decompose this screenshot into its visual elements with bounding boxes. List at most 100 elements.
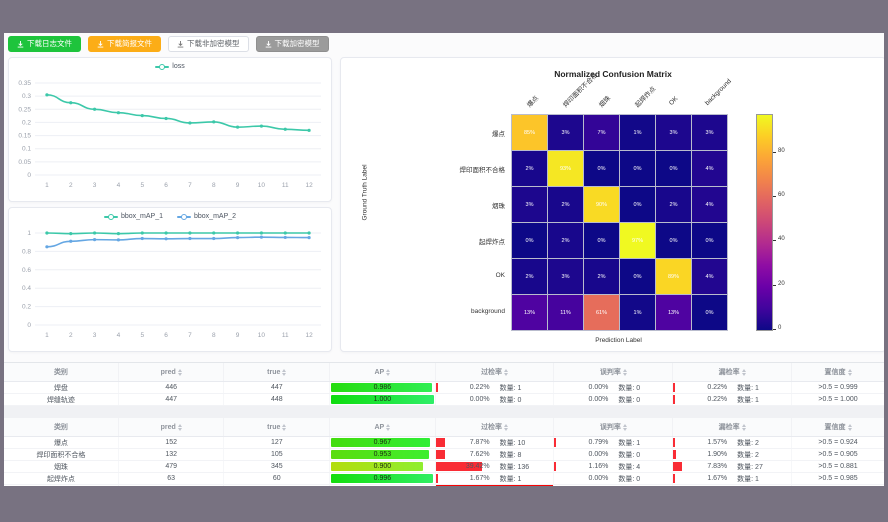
column-header-1[interactable]: pred xyxy=(118,418,224,437)
svg-text:0: 0 xyxy=(27,322,31,329)
overdetect-rate-cell: 1.67%数量: 1 xyxy=(435,473,554,485)
download-log-button[interactable]: 下载日志文件 xyxy=(8,36,81,52)
ap-cell: 0.900 xyxy=(330,461,436,473)
table-row[interactable]: OK1171000.929117.00%数量: 1170.00%数量: 00.0… xyxy=(4,485,884,487)
matrix-cell: 89% xyxy=(656,259,691,294)
sort-icon[interactable] xyxy=(178,369,182,376)
column-header-5[interactable]: 误判率 xyxy=(554,363,673,382)
column-header-4[interactable]: 过检率 xyxy=(435,418,554,437)
pred-cell: 446 xyxy=(118,382,224,394)
matrix-cell: 3% xyxy=(512,187,547,222)
misjudge-rate-cell: 0.79%数量: 1 xyxy=(554,437,673,449)
svg-text:0.1: 0.1 xyxy=(22,146,31,153)
sort-icon[interactable] xyxy=(386,369,390,376)
download-plain-model-label: 下载非加密模型 xyxy=(187,40,240,48)
confidence-cell: >0.5 = 0.999 xyxy=(792,382,884,394)
svg-text:12: 12 xyxy=(305,332,313,339)
sort-icon[interactable] xyxy=(282,369,286,376)
download-encrypted-model-button[interactable]: 下载加密模型 xyxy=(256,36,329,52)
matrix-row-label: 焊印面积不合格 xyxy=(355,164,505,174)
column-header-7[interactable]: 置信度 xyxy=(792,418,884,437)
matrix-cell: 0% xyxy=(692,223,727,258)
column-header-7[interactable]: 置信度 xyxy=(792,363,884,382)
column-header-label: true xyxy=(267,369,280,376)
confusion-matrix-card: Normalized Confusion Matrix Ground Truth… xyxy=(340,57,884,352)
column-header-6[interactable]: 漏检率 xyxy=(673,418,792,437)
column-header-3[interactable]: AP xyxy=(330,418,436,437)
column-header-label: 置信度 xyxy=(825,367,846,377)
column-header-label: pred xyxy=(161,369,176,376)
overdetect-rate-cell: 39.42%数量: 136 xyxy=(435,461,554,473)
matrix-row-label: 爆点 xyxy=(355,128,505,138)
download-report-button[interactable]: 下载简报文件 xyxy=(88,36,161,52)
column-header-4[interactable]: 过检率 xyxy=(435,363,554,382)
column-header-label: true xyxy=(267,424,280,431)
colorbar-tick xyxy=(773,196,776,197)
pred-cell: 132 xyxy=(118,449,224,461)
column-header-label: pred xyxy=(161,424,176,431)
ap-cell: 0.967 xyxy=(330,437,436,449)
column-header-label: AP xyxy=(375,369,385,376)
column-header-5[interactable]: 误判率 xyxy=(554,418,673,437)
legend-marker-icon xyxy=(104,214,118,220)
svg-text:0.4: 0.4 xyxy=(22,285,31,292)
sort-icon[interactable] xyxy=(742,369,746,376)
ap-cell: 0.986 xyxy=(330,382,436,394)
sort-icon[interactable] xyxy=(178,424,182,431)
svg-text:7: 7 xyxy=(188,182,192,189)
table-row[interactable]: 焊盘4464470.9860.22%数量: 10.00%数量: 00.22%数量… xyxy=(4,382,884,394)
svg-text:10: 10 xyxy=(258,332,266,339)
svg-text:0.6: 0.6 xyxy=(22,267,31,274)
table-row[interactable]: 烟珠4793450.90039.42%数量: 1361.16%数量: 47.83… xyxy=(4,461,884,473)
sort-icon[interactable] xyxy=(504,424,508,431)
download-icon xyxy=(17,41,24,48)
column-header-2[interactable]: true xyxy=(224,418,330,437)
overdetect-rate-cell: 0.00%数量: 0 xyxy=(435,394,554,406)
sort-icon[interactable] xyxy=(504,369,508,376)
dashboard-page: 下载日志文件 下载简报文件 下载非加密模型 下载加密模型 loss 00.050… xyxy=(4,33,884,486)
toolbar: 下载日志文件 下载简报文件 下载非加密模型 下载加密模型 xyxy=(8,36,329,52)
confidence-cell: >0.5 = 0.905 xyxy=(792,449,884,461)
sort-icon[interactable] xyxy=(623,424,627,431)
sort-icon[interactable] xyxy=(742,424,746,431)
table-row[interactable]: 爆点1521270.9677.87%数量: 100.79%数量: 11.57%数… xyxy=(4,437,884,449)
svg-text:2: 2 xyxy=(69,182,73,189)
table-row[interactable]: 起焊炸点63600.9961.67%数量: 10.00%数量: 01.67%数量… xyxy=(4,473,884,485)
matrix-cell: 0% xyxy=(512,223,547,258)
true-cell: 100 xyxy=(224,485,330,487)
map-line-chart: 00.20.40.60.81123456789101112 xyxy=(9,225,329,347)
svg-text:0.2: 0.2 xyxy=(22,119,31,126)
confidence-cell: >0.5 = 0.940 xyxy=(792,485,884,487)
legend-item-loss[interactable]: loss xyxy=(155,63,184,70)
svg-text:9: 9 xyxy=(236,332,240,339)
legend-item-bbox_mAP_1[interactable]: bbox_mAP_1 xyxy=(104,213,163,220)
misjudge-rate-cell: 0.00%数量: 0 xyxy=(554,394,673,406)
svg-text:6: 6 xyxy=(164,182,168,189)
colorbar-tick xyxy=(773,240,776,241)
svg-text:5: 5 xyxy=(140,332,144,339)
sort-icon[interactable] xyxy=(282,424,286,431)
colorbar-tick-label: 80 xyxy=(778,148,785,154)
sort-icon[interactable] xyxy=(623,369,627,376)
sort-icon[interactable] xyxy=(848,369,852,376)
miss-rate-cell: 1.67%数量: 1 xyxy=(673,473,792,485)
legend-item-bbox_mAP_2[interactable]: bbox_mAP_2 xyxy=(177,213,236,220)
matrix-row-label: background xyxy=(355,308,505,315)
table-row[interactable]: 焊印面积不合格1321050.9537.62%数量: 80.00%数量: 01.… xyxy=(4,449,884,461)
sort-icon[interactable] xyxy=(386,424,390,431)
ap-cell: 0.996 xyxy=(330,473,436,485)
sort-icon[interactable] xyxy=(848,424,852,431)
column-header-1[interactable]: pred xyxy=(118,363,224,382)
column-header-3[interactable]: AP xyxy=(330,363,436,382)
column-header-2[interactable]: true xyxy=(224,363,330,382)
column-header-6[interactable]: 漏检率 xyxy=(673,363,792,382)
table-row[interactable]: 焊缝轨迹4474481.0000.00%数量: 00.00%数量: 00.22%… xyxy=(4,394,884,406)
table-gap xyxy=(4,406,884,418)
overdetect-rate-cell: 117.00%数量: 117 xyxy=(435,485,554,487)
confidence-cell: >0.5 = 0.881 xyxy=(792,461,884,473)
download-plain-model-button[interactable]: 下载非加密模型 xyxy=(168,36,249,52)
matrix-cell: 3% xyxy=(548,115,583,150)
matrix-cell: 7% xyxy=(584,115,619,150)
matrix-cell: 85% xyxy=(512,115,547,150)
misjudge-rate-cell: 0.00%数量: 0 xyxy=(554,485,673,487)
